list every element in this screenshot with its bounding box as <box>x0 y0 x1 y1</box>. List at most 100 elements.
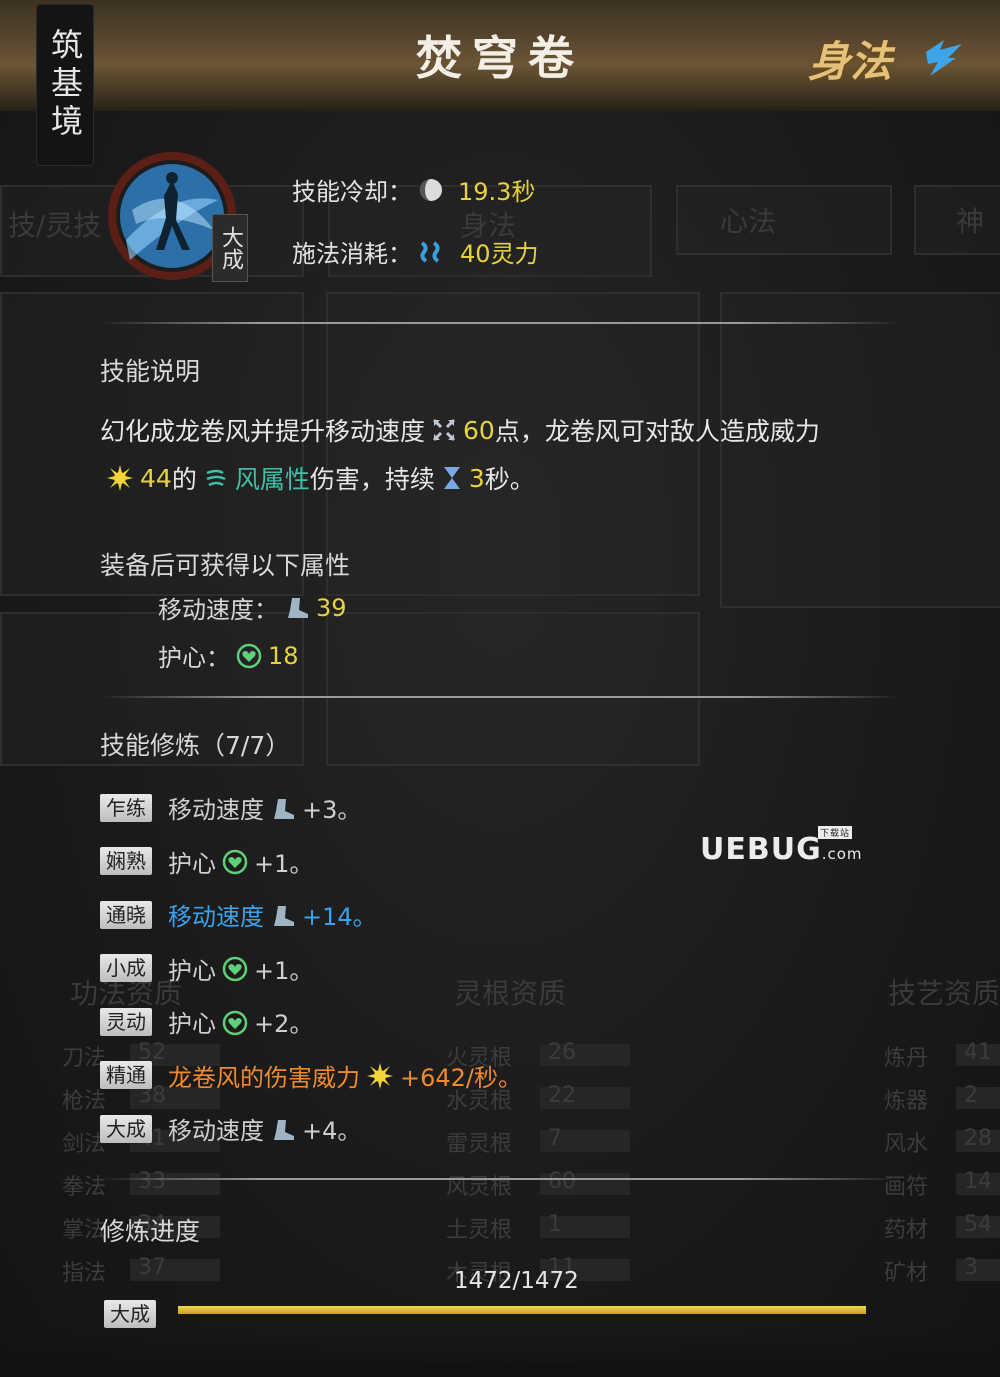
watermark-main: UEBUG <box>700 832 822 867</box>
footer-shadow <box>0 1327 1000 1377</box>
boot-icon <box>264 901 302 929</box>
bg-tab-label: 心法 <box>720 205 777 238</box>
sun-burst-icon <box>107 465 133 491</box>
bg-section-title: 灵根资质 <box>454 977 567 1010</box>
bg-stat-value: 7 <box>548 1126 562 1151</box>
training-level-tag: 大成 <box>100 1114 152 1143</box>
spirit-power-icon <box>420 240 440 263</box>
cooldown-value: 19.3秒 <box>458 178 536 206</box>
bg-stat-label: 矿材 <box>884 1261 929 1286</box>
wind-element-text: 风属性 <box>234 465 310 494</box>
attr-value: 18 <box>268 641 299 670</box>
bg-tab-label: 技/灵技 <box>8 209 102 242</box>
heart-shield-icon <box>216 1008 254 1036</box>
description-line-2: 44 的 风属性 伤害，持续 3 秒。 <box>100 460 535 496</box>
training-level-tag: 乍练 <box>100 793 152 822</box>
bg-section-title: 技艺资质 <box>888 977 1000 1010</box>
bg-stat-label: 指法 <box>62 1261 107 1286</box>
bg-stat-label: 药材 <box>884 1218 929 1243</box>
bg-stat-label: 雷灵根 <box>446 1132 513 1157</box>
watermark: UEBUG.com 下载站 <box>700 826 863 867</box>
cost-label: 施法消耗： <box>292 240 412 268</box>
divider <box>100 322 900 324</box>
bg-stat-value: 28 <box>964 1126 992 1151</box>
progress-fill <box>178 1306 866 1314</box>
progress-heading: 修炼进度 <box>100 1217 201 1246</box>
training-level-row: 娴熟 护心 +1。 <box>100 844 313 879</box>
mastery-badge: 大成 <box>212 214 248 282</box>
training-level-label: 护心 <box>168 1010 216 1038</box>
training-level-label: 移动速度 <box>168 903 264 931</box>
description-text: 的 <box>171 465 197 494</box>
bg-stat-value: 41 <box>964 1040 992 1065</box>
equip-attr-heart: 护心： 18 <box>158 638 299 673</box>
training-level-label: 移动速度 <box>168 796 264 824</box>
training-level-value: +4。 <box>302 1117 362 1145</box>
boot-icon <box>264 794 302 822</box>
bg-stat-value: 14 <box>964 1169 992 1194</box>
bg-stat-bar <box>956 1087 1000 1109</box>
boot-icon <box>288 597 308 618</box>
attr-label: 移动速度： <box>158 596 278 624</box>
description-text: 点，龙卷风可对敌人造成威力 <box>494 417 820 446</box>
description-text: 伤害，持续 <box>309 465 435 494</box>
description-heading: 技能说明 <box>100 357 201 386</box>
description-text: 秒。 <box>484 465 535 494</box>
training-level-value: +642/秒。 <box>400 1063 523 1092</box>
training-level-row: 精通 龙卷风的伤害威力 +642/秒。 <box>100 1058 522 1093</box>
bg-stat-label: 画符 <box>884 1175 929 1200</box>
attr-value: 39 <box>316 593 347 622</box>
move-speed-arrows-icon <box>432 418 456 442</box>
bg-stat-value: 60 <box>548 1169 576 1194</box>
bg-stat-bar <box>956 1259 1000 1281</box>
bg-stat-value: 22 <box>548 1083 576 1108</box>
watermark-suffix: .com <box>821 845 863 863</box>
wind-element-icon <box>206 469 226 487</box>
training-level-label: 移动速度 <box>168 1117 264 1145</box>
power-value: 44 <box>140 463 172 493</box>
training-level-tag: 精通 <box>100 1061 152 1089</box>
description-line-1: 幻化成龙卷风并提升移动速度 60 点，龙卷风可对敌人造成威力 <box>100 412 820 448</box>
bg-stat-label: 风灵根 <box>446 1175 513 1200</box>
equip-attr-speed: 移动速度： 39 <box>158 590 347 625</box>
bg-stat-value: 3 <box>964 1255 978 1280</box>
bg-slot <box>326 612 700 766</box>
watermark-badge: 下载站 <box>818 826 853 839</box>
cooldown-stat: 技能冷却： 19.3秒 <box>292 172 535 207</box>
hourglass-icon <box>443 467 460 489</box>
training-level-value: +1。 <box>254 956 314 985</box>
training-level-label: 护心 <box>168 849 216 878</box>
training-heading: 技能修炼（7/7） <box>100 731 291 760</box>
bg-tab-label: 神 <box>956 205 985 238</box>
bg-stat-value: 54 <box>964 1212 992 1237</box>
training-level-label: 龙卷风的伤害威力 <box>168 1063 360 1092</box>
wind-category-icon <box>922 38 966 82</box>
boot-icon <box>264 1115 302 1143</box>
training-level-value: +3。 <box>302 796 362 824</box>
cost-stat: 施法消耗： 40灵力 <box>292 234 539 269</box>
bg-stat-value: 33 <box>138 1169 166 1194</box>
training-level-row: 通晓 移动速度 +14。 <box>100 897 377 932</box>
training-level-row: 灵动 护心 +2。 <box>100 1004 313 1039</box>
bg-stat-label: 炼丹 <box>884 1046 929 1071</box>
description-text: 幻化成龙卷风并提升移动速度 <box>100 417 426 446</box>
mastery-label: 大成 <box>218 226 243 270</box>
bg-stat-label: 土灵根 <box>446 1218 513 1243</box>
duration-value: 3 <box>468 463 485 493</box>
bg-stat-label: 拳法 <box>62 1175 107 1200</box>
attr-label: 护心： <box>158 644 230 672</box>
equip-heading: 装备后可获得以下属性 <box>100 551 351 580</box>
training-level-value: +1。 <box>254 849 314 878</box>
heart-shield-icon <box>216 954 254 982</box>
training-level-row: 乍练 移动速度 +3。 <box>100 790 361 825</box>
bg-stat-value: 2 <box>964 1083 978 1108</box>
training-level-tag: 娴熟 <box>100 847 152 875</box>
progress-text: 1472/1472 <box>454 1268 579 1294</box>
progress-bar <box>178 1306 866 1314</box>
skill-category: 身法 <box>808 37 893 86</box>
training-level-value: +2。 <box>254 1010 314 1038</box>
training-level-label: 护心 <box>168 956 216 985</box>
cooldown-icon <box>420 178 442 201</box>
sun-burst-icon <box>360 1061 400 1090</box>
heart-shield-icon <box>216 847 254 875</box>
